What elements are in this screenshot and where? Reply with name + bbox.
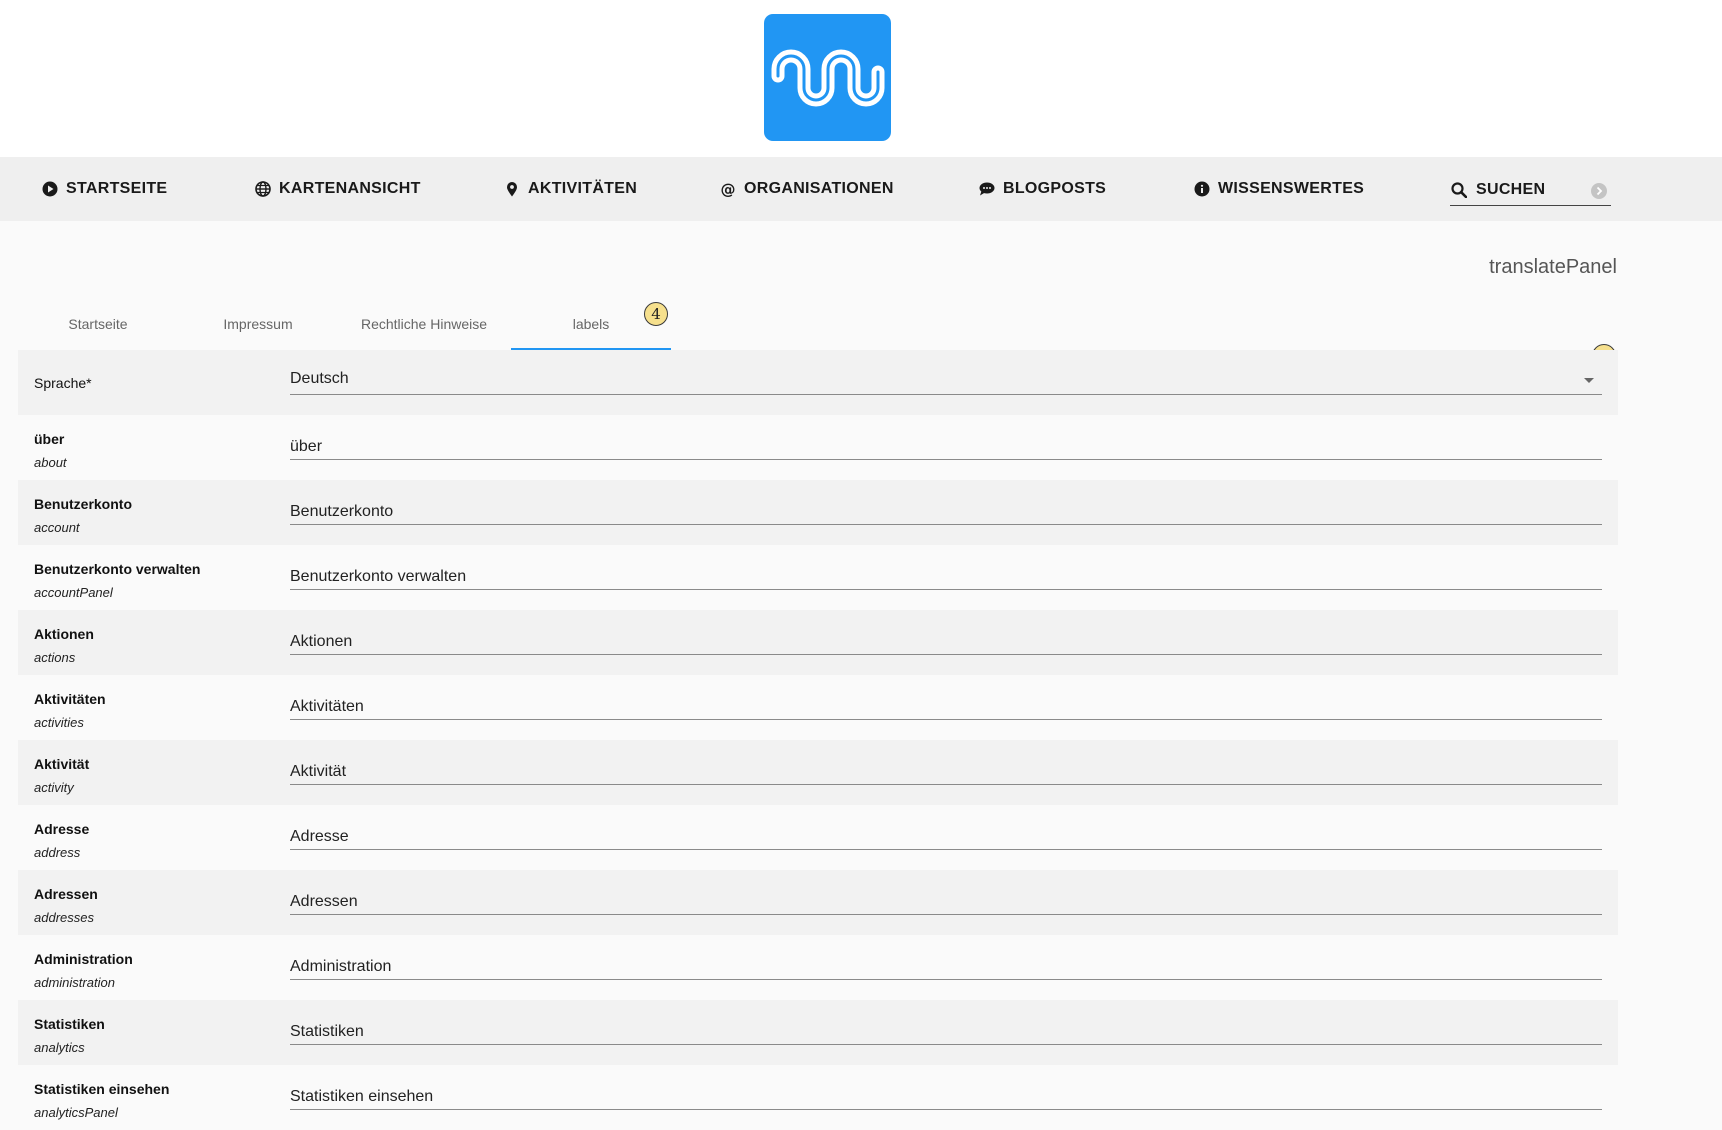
row-key: addresses (34, 910, 94, 925)
nav-item-startseite[interactable]: STARTSEITE (42, 157, 167, 221)
map-pin-icon (504, 181, 520, 197)
nav-item-kartenansicht[interactable]: KARTENANSICHT (255, 157, 421, 221)
row-key: activities (34, 715, 84, 730)
nav-label: STARTSEITE (66, 180, 168, 197)
row-label: Administration (34, 951, 133, 967)
search-icon[interactable] (1450, 181, 1468, 199)
chat-bubble-icon (979, 181, 995, 197)
translation-input[interactable] (290, 500, 1602, 525)
row-label: Aktivität (34, 756, 90, 772)
app-logo-icon[interactable] (764, 14, 891, 141)
translation-row: Adressen addresses (18, 870, 1618, 935)
nav-label: KARTENANSICHT (279, 180, 421, 197)
row-key: analytics (34, 1040, 85, 1055)
caret-down-icon (1584, 378, 1594, 383)
tab-rechtliche-hinweise[interactable]: Rechtliche Hinweise (344, 300, 504, 348)
play-circle-icon (42, 181, 58, 197)
row-label: Adresse (34, 821, 90, 837)
info-circle-icon (1194, 181, 1210, 197)
translation-input[interactable] (290, 890, 1602, 915)
tab-startseite[interactable]: Startseite (18, 300, 178, 348)
row-key: actions (34, 650, 76, 665)
nav-label: AKTIVITÄTEN (528, 180, 638, 197)
translation-row: Statistiken einsehen analyticsPanel (18, 1065, 1618, 1130)
translation-row: Aktionen actions (18, 610, 1618, 675)
search-input[interactable] (1476, 181, 1586, 199)
tab-bar: Startseite Impressum Rechtliche Hinweise… (18, 300, 1618, 351)
language-select-value: Deutsch (290, 370, 349, 387)
nav-item-blogposts[interactable]: BLOGPOSTS (979, 157, 1106, 221)
translation-row: Administration administration (18, 935, 1618, 1000)
nav-item-aktivitaeten[interactable]: AKTIVITÄTEN (504, 157, 637, 221)
panel-title: translatePanel (1489, 256, 1617, 278)
translation-input[interactable] (290, 1020, 1602, 1045)
translation-input[interactable] (290, 760, 1602, 785)
row-label: Benutzerkonto (34, 496, 132, 512)
translation-row: Adresse address (18, 805, 1618, 870)
row-label: Adressen (34, 886, 98, 902)
translation-form: Sprache* Deutsch über about Benutzerkont… (18, 350, 1618, 1130)
row-key: analyticsPanel (34, 1105, 118, 1120)
nav-item-wissenswertes[interactable]: WISSENSWERTES (1194, 157, 1364, 221)
arrow-right-circle-icon[interactable] (1591, 183, 1607, 199)
translation-row: Benutzerkonto account (18, 480, 1618, 545)
translation-input[interactable] (290, 695, 1602, 720)
translation-input[interactable] (290, 955, 1602, 980)
row-label: Aktivitäten (34, 691, 106, 707)
language-row: Sprache* Deutsch (18, 350, 1618, 415)
language-select[interactable]: Deutsch (290, 370, 1602, 395)
header (0, 0, 1722, 157)
row-key: about (34, 455, 67, 470)
row-label: Statistiken einsehen (34, 1081, 170, 1097)
translation-input[interactable] (290, 630, 1602, 655)
translation-input[interactable] (290, 435, 1602, 460)
row-key: address (34, 845, 81, 860)
translation-row: Benutzerkonto verwalten accountPanel (18, 545, 1618, 610)
row-key: activity (34, 780, 74, 795)
translation-input[interactable] (290, 565, 1602, 590)
nav-label: ORGANISATIONEN (744, 180, 894, 197)
translation-row: Aktivität activity (18, 740, 1618, 805)
globe-icon (255, 181, 271, 197)
row-label: Benutzerkonto verwalten (34, 561, 201, 577)
annotation-badge: 4 (644, 302, 668, 326)
row-label: Statistiken (34, 1016, 105, 1032)
translation-row: über about (18, 415, 1618, 480)
nav-label: WISSENSWERTES (1218, 180, 1365, 197)
row-key: administration (34, 975, 115, 990)
row-label: über (34, 431, 65, 447)
tab-impressum[interactable]: Impressum (178, 300, 338, 348)
translation-input[interactable] (290, 825, 1602, 850)
row-key: account (34, 520, 80, 535)
translation-row: Aktivitäten activities (18, 675, 1618, 740)
translation-input[interactable] (290, 1085, 1602, 1110)
search-box (1450, 175, 1611, 206)
at-sign-icon: @ (720, 181, 736, 197)
row-key: accountPanel (34, 585, 113, 600)
nav-label: BLOGPOSTS (1003, 180, 1107, 197)
language-label: Sprache* (34, 375, 92, 391)
row-label: Aktionen (34, 626, 94, 642)
main-navbar: STARTSEITE KARTENANSICHT AKTIVITÄTEN @ O… (0, 157, 1722, 221)
svg-text:@: @ (721, 181, 736, 197)
nav-item-organisationen[interactable]: @ ORGANISATIONEN (720, 157, 894, 221)
translation-row: Statistiken analytics (18, 1000, 1618, 1065)
